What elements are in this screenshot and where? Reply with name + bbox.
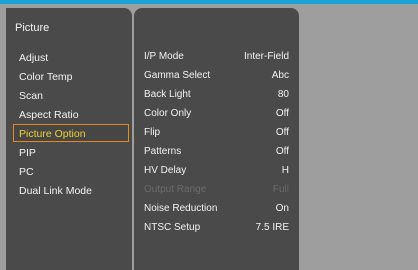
main-menu-panel: Picture Adjust Color Temp Scan Aspect Ra… xyxy=(6,8,132,270)
option-value: Off xyxy=(275,146,289,157)
option-label: I/P Mode xyxy=(144,51,184,62)
option-value: 80 xyxy=(277,89,289,100)
menu-item-picture-option[interactable]: Picture Option xyxy=(13,124,129,142)
option-label: Patterns xyxy=(144,146,182,157)
menu-item-scan[interactable]: Scan xyxy=(13,86,129,104)
option-value: Abc xyxy=(271,70,289,81)
option-label: Back Light xyxy=(144,89,191,100)
submenu-panel: I/P Mode Inter-Field Gamma Select Abc Ba… xyxy=(134,8,299,270)
option-label: Gamma Select xyxy=(144,70,211,81)
menu-item-color-temp[interactable]: Color Temp xyxy=(13,67,129,85)
option-color-only[interactable]: Color Only Off xyxy=(144,105,289,123)
menu-item-pc[interactable]: PC xyxy=(13,162,129,180)
option-noise-reduction[interactable]: Noise Reduction On xyxy=(144,200,289,218)
option-gamma-select[interactable]: Gamma Select Abc xyxy=(144,67,289,85)
option-ntsc-setup[interactable]: NTSC Setup 7.5 IRE xyxy=(144,219,289,237)
option-output-range: Output Range Full xyxy=(144,181,289,199)
option-ip-mode[interactable]: I/P Mode Inter-Field xyxy=(144,48,289,66)
option-flip[interactable]: Flip Off xyxy=(144,124,289,142)
osd-screen: Picture Adjust Color Temp Scan Aspect Ra… xyxy=(0,4,418,270)
option-label: HV Delay xyxy=(144,165,187,176)
option-value: Full xyxy=(272,184,289,195)
option-value: 7.5 IRE xyxy=(255,222,289,233)
option-value: On xyxy=(275,203,289,214)
menu-item-aspect-ratio[interactable]: Aspect Ratio xyxy=(13,105,129,123)
menu-item-dual-link-mode[interactable]: Dual Link Mode xyxy=(13,181,129,199)
menu-item-pip[interactable]: PIP xyxy=(13,143,129,161)
option-label: Output Range xyxy=(144,184,207,195)
option-value: Inter-Field xyxy=(243,51,289,62)
option-label: NTSC Setup xyxy=(144,222,201,233)
option-label: Noise Reduction xyxy=(144,203,218,214)
option-value: H xyxy=(281,165,289,176)
option-label: Flip xyxy=(144,127,161,138)
option-value: Off xyxy=(275,108,289,119)
option-label: Color Only xyxy=(144,108,192,119)
option-value: Off xyxy=(275,127,289,138)
menu-title: Picture xyxy=(15,22,50,34)
option-hv-delay[interactable]: HV Delay H xyxy=(144,162,289,180)
option-patterns[interactable]: Patterns Off xyxy=(144,143,289,161)
menu-item-adjust[interactable]: Adjust xyxy=(13,48,129,66)
option-back-light[interactable]: Back Light 80 xyxy=(144,86,289,104)
